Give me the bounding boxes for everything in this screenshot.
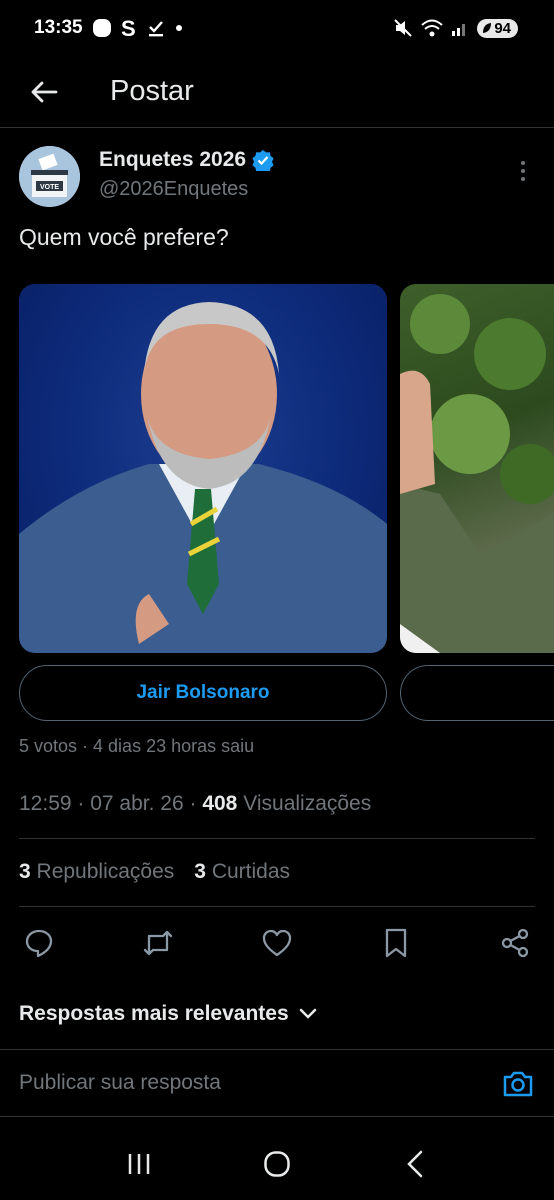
home-button[interactable] xyxy=(252,1139,302,1189)
views-count: 408 xyxy=(202,792,238,815)
views-label: Visualizações xyxy=(243,792,372,815)
like-icon xyxy=(262,929,292,957)
chevron-down-icon xyxy=(299,1008,316,1019)
back-button[interactable] xyxy=(0,56,88,128)
post-author: VOTE Enquetes 2026 @2026Enquetes xyxy=(19,146,539,210)
battery-indicator: 94 xyxy=(477,18,518,38)
signal-icon xyxy=(452,24,466,36)
author-handle[interactable]: @2026Enquetes xyxy=(99,178,248,201)
reposts-count: 3 xyxy=(19,860,31,883)
camera-icon xyxy=(503,1071,533,1097)
divider xyxy=(19,838,535,839)
portrait-man-green-jacket-image xyxy=(400,294,554,653)
meta-separator: · xyxy=(189,792,203,815)
verified-badge-icon xyxy=(252,150,274,171)
status-bar: 13:35 S 94 xyxy=(0,0,554,56)
reposts-label: Republicações xyxy=(36,860,175,883)
post-stats: 3 Republicações 3 Curtidas xyxy=(19,860,290,884)
likes-stat[interactable]: 3 Curtidas xyxy=(194,860,290,884)
notification-icon xyxy=(92,19,111,37)
author-name[interactable]: Enquetes 2026 xyxy=(99,148,246,172)
arrow-left-icon xyxy=(31,81,58,102)
likes-count: 3 xyxy=(194,860,206,883)
download-done-icon xyxy=(148,21,163,37)
status-time: 13:35 xyxy=(34,17,83,38)
post-text: Quem você prefere? xyxy=(19,224,229,250)
reposts-stat[interactable]: 3 Republicações xyxy=(19,860,174,884)
like-button[interactable] xyxy=(257,923,297,963)
reply-input[interactable]: Publicar sua resposta xyxy=(19,1071,221,1095)
home-icon xyxy=(264,1151,290,1177)
reply-icon xyxy=(25,929,53,958)
s-app-icon: S xyxy=(121,17,136,39)
system-nav-bar xyxy=(0,1128,554,1200)
more-dot xyxy=(521,161,525,165)
more-dot xyxy=(521,169,525,173)
dot-icon xyxy=(175,25,182,31)
camera-button[interactable] xyxy=(502,1070,534,1098)
wifi-icon xyxy=(421,19,443,37)
svg-text:S: S xyxy=(121,17,136,39)
share-button[interactable] xyxy=(495,923,535,963)
action-bar xyxy=(19,922,535,964)
poll-option-image-1[interactable] xyxy=(19,284,387,653)
poll-option-2-button[interactable] xyxy=(400,665,554,721)
post-header: Postar xyxy=(0,56,554,128)
avatar[interactable]: VOTE xyxy=(19,146,80,207)
repost-button[interactable] xyxy=(138,923,178,963)
divider xyxy=(19,906,535,907)
mute-icon xyxy=(394,19,413,37)
recent-apps-button[interactable] xyxy=(114,1139,164,1189)
battery-level: 94 xyxy=(494,19,511,37)
avatar-vote-text: VOTE xyxy=(40,184,59,191)
repost-icon xyxy=(143,930,173,956)
replies-sort-dropdown[interactable]: Respostas mais relevantes xyxy=(19,1002,317,1026)
system-back-button[interactable] xyxy=(390,1139,440,1189)
likes-label: Curtidas xyxy=(211,860,291,883)
portrait-man-in-suit-image xyxy=(19,302,387,653)
poll-option-image-2[interactable] xyxy=(400,284,554,653)
battery-leaf-icon xyxy=(483,23,492,33)
post-time: 12:59 xyxy=(19,792,72,815)
chevron-left-icon xyxy=(407,1150,423,1178)
bookmark-button[interactable] xyxy=(376,923,416,963)
poll-option-1-button[interactable]: Jair Bolsonaro xyxy=(19,665,387,721)
page-title: Postar xyxy=(110,75,194,107)
post-meta: 12:59 · 07 abr. 26 · 408 Visualizações xyxy=(19,792,371,816)
more-dot xyxy=(521,177,525,181)
recent-apps-icon xyxy=(128,1154,150,1174)
share-icon xyxy=(501,928,529,958)
reply-composer: Publicar sua resposta xyxy=(0,1049,554,1117)
bookmark-icon xyxy=(385,928,407,958)
reply-button[interactable] xyxy=(19,923,59,963)
poll-info: 5 votos · 4 dias 23 horas saiu xyxy=(19,736,255,756)
post-date: 07 abr. 26 xyxy=(90,792,184,815)
more-options-button[interactable] xyxy=(511,156,535,186)
meta-separator: · xyxy=(77,792,91,815)
replies-sort-label: Respostas mais relevantes xyxy=(19,1002,289,1025)
ballot-box-icon: VOTE xyxy=(19,146,80,207)
